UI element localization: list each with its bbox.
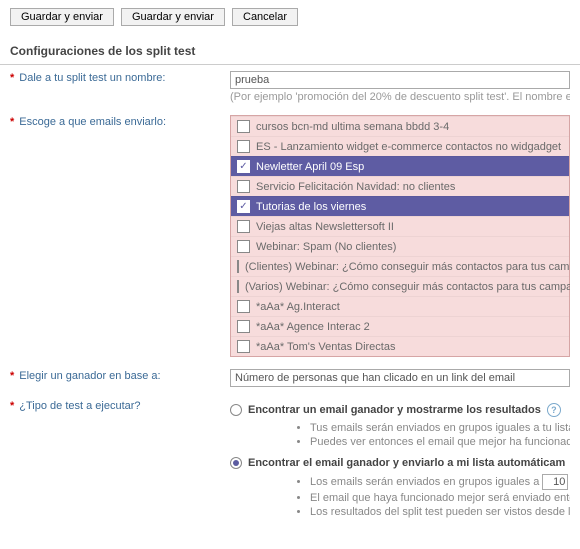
email-item[interactable]: (Clientes) Webinar: ¿Cómo conseguir más … — [231, 256, 569, 276]
email-item[interactable]: ✓ Tutorias de los viernes — [231, 196, 569, 216]
option-2-block: Encontrar el email ganador y enviarlo a … — [230, 457, 570, 519]
bullet: Los resultados del split test pueden ser… — [310, 505, 570, 519]
required-marker: * — [10, 369, 14, 384]
email-item[interactable]: *aAa* Agence Interac 2 — [231, 316, 569, 336]
section-title: Configuraciones de los split test — [0, 38, 580, 65]
row-emails: * Escoge a que emails enviarlo: cursos b… — [0, 109, 580, 363]
option-2-title: Encontrar el email ganador y enviarlo a … — [248, 457, 565, 469]
name-hint: (Por ejemplo 'promoción del 20% de descu… — [230, 91, 570, 103]
checkbox-icon[interactable] — [237, 320, 250, 333]
email-item-label: *aAa* Ag.Interact — [256, 301, 340, 313]
email-item[interactable]: *aAa* Tom's Ventas Directas — [231, 336, 569, 356]
email-item[interactable]: *aAa* Ag.Interact — [231, 296, 569, 316]
label-test-type: ¿Tipo de test a ejecutar? — [19, 399, 140, 414]
required-marker: * — [10, 399, 14, 414]
checkbox-icon[interactable] — [237, 180, 250, 193]
option-1-bullets: Tus emails serán enviados en grupos igua… — [256, 421, 570, 449]
bullet: El email que haya funcionado mejor será … — [310, 491, 570, 505]
label-emails: Escoge a que emails enviarlo: — [19, 115, 166, 130]
email-item[interactable]: ✓ Newletter April 09 Esp — [231, 156, 569, 176]
email-item-label: Tutorias de los viernes — [256, 201, 366, 213]
checkbox-icon[interactable] — [237, 140, 250, 153]
checkbox-icon[interactable]: ✓ — [237, 200, 250, 213]
email-item-label: Webinar: Spam (No clientes) — [256, 241, 396, 253]
row-test-type: * ¿Tipo de test a ejecutar? Encontrar un… — [0, 393, 580, 533]
email-item[interactable]: cursos bcn-md ultima semana bbdd 3-4 — [231, 116, 569, 136]
checkbox-icon[interactable]: ✓ — [237, 160, 250, 173]
bullet-text: Los emails serán enviados en grupos igua… — [310, 476, 539, 488]
option-2-radio[interactable] — [230, 457, 242, 469]
checkbox-icon[interactable] — [237, 280, 239, 293]
checkbox-icon[interactable] — [237, 240, 250, 253]
checkbox-icon[interactable] — [237, 340, 250, 353]
email-item[interactable]: Servicio Felicitación Navidad: no client… — [231, 176, 569, 196]
row-winner-basis: * Elegir un ganador en base a: Número de… — [0, 363, 580, 393]
save-button-1[interactable]: Guardar y enviar — [10, 8, 114, 26]
email-item[interactable]: (Varios) Webinar: ¿Cómo conseguir más co… — [231, 276, 569, 296]
option-2-bullets: Los emails serán enviados en grupos igua… — [256, 473, 570, 519]
checkbox-icon[interactable] — [237, 220, 250, 233]
email-list[interactable]: cursos bcn-md ultima semana bbdd 3-4 ES -… — [230, 115, 570, 357]
option-1-block: Encontrar un email ganador y mostrarme l… — [230, 403, 570, 449]
email-item-label: cursos bcn-md ultima semana bbdd 3-4 — [256, 121, 449, 133]
save-button-2[interactable]: Guardar y enviar — [121, 8, 225, 26]
email-item-label: ES - Lanzamiento widget e-commerce conta… — [256, 141, 561, 153]
email-item-label: Viejas altas Newslettersoft II — [256, 221, 394, 233]
option-1-radio[interactable] — [230, 404, 242, 416]
email-item-label: *aAa* Agence Interac 2 — [256, 321, 370, 333]
bullet: Puedes ver entonces el email que mejor h… — [310, 435, 570, 449]
option-1-title: Encontrar un email ganador y mostrarme l… — [248, 404, 541, 416]
cancel-button[interactable]: Cancelar — [232, 8, 298, 26]
checkbox-icon[interactable] — [237, 300, 250, 313]
email-item-label: *aAa* Tom's Ventas Directas — [256, 341, 395, 353]
checkbox-icon[interactable] — [237, 260, 239, 273]
toolbar: Guardar y enviar Guardar y enviar Cancel… — [0, 0, 580, 34]
required-marker: * — [10, 115, 14, 130]
bullet: Tus emails serán enviados en grupos igua… — [310, 421, 570, 435]
email-item-label: (Clientes) Webinar: ¿Cómo conseguir más … — [245, 261, 570, 273]
name-input[interactable] — [230, 71, 570, 89]
row-name: * Dale a tu split test un nombre: (Por e… — [0, 65, 580, 109]
email-item[interactable]: ES - Lanzamiento widget e-commerce conta… — [231, 136, 569, 156]
checkbox-icon[interactable] — [237, 120, 250, 133]
winner-basis-select[interactable]: Número de personas que han clicado en un… — [230, 369, 570, 387]
bullet: Los emails serán enviados en grupos igua… — [310, 473, 570, 491]
email-item-label: (Varios) Webinar: ¿Cómo conseguir más co… — [245, 281, 570, 293]
required-marker: * — [10, 71, 14, 86]
email-item[interactable]: Webinar: Spam (No clientes) — [231, 236, 569, 256]
email-item-label: Servicio Felicitación Navidad: no client… — [256, 181, 455, 193]
email-item[interactable]: Viejas altas Newslettersoft II — [231, 216, 569, 236]
info-icon[interactable]: ? — [547, 403, 561, 417]
label-name: Dale a tu split test un nombre: — [19, 71, 165, 86]
percent-input[interactable] — [542, 474, 568, 490]
label-winner-basis: Elegir un ganador en base a: — [19, 369, 160, 384]
email-item-label: Newletter April 09 Esp — [256, 161, 364, 173]
